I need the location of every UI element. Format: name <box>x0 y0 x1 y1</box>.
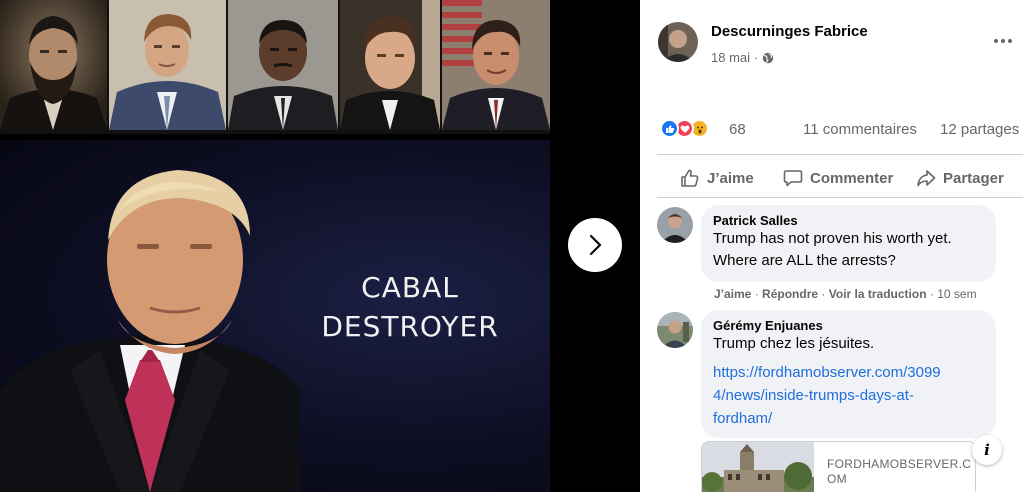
separator: · <box>821 287 826 301</box>
portrait-strip <box>0 0 550 134</box>
cabal-destroyer-panel: CABAL DESTROYER <box>0 140 550 492</box>
post-meta: 18 mai · <box>711 50 774 65</box>
like-button[interactable]: J’aime <box>680 164 754 192</box>
comment-reply-link[interactable]: Répondre <box>762 287 818 301</box>
link-preview-thumbnail <box>702 442 814 492</box>
info-button[interactable]: i <box>972 435 1002 465</box>
comment-link[interactable]: 4/news/inside-trumps-days-at- <box>713 384 984 407</box>
commenter-avatar[interactable] <box>657 207 693 243</box>
comment-label: Commenter <box>810 169 894 187</box>
portrait-1 <box>0 0 107 130</box>
post-photo: CABAL DESTROYER <box>0 0 550 492</box>
comment-like-link[interactable]: J’aime <box>714 287 751 301</box>
comment-bubble: Patrick Salles Trump has not proven his … <box>701 205 996 282</box>
share-button[interactable]: Partager <box>916 164 1004 192</box>
comment-icon <box>783 170 803 187</box>
commenter-name[interactable]: Patrick Salles <box>713 213 984 228</box>
image-caption-line-2: DESTROYER <box>321 310 499 343</box>
ellipsis-icon <box>994 39 1012 43</box>
author-avatar[interactable] <box>658 22 698 62</box>
commenter-name[interactable]: Gérémy Enjuanes <box>713 318 984 333</box>
post-date[interactable]: 18 mai <box>711 50 750 65</box>
shares-count[interactable]: 12 partages <box>940 121 1019 138</box>
comment-text-line: Trump has not proven his worth yet. <box>713 230 952 247</box>
info-icon: i <box>984 441 990 459</box>
comment-actions: J’aime · Répondre · Voir la traduction ·… <box>714 287 977 301</box>
comments-count[interactable]: 11 commentaires <box>803 121 917 138</box>
divider <box>657 197 1023 198</box>
comment-button[interactable]: Commenter <box>783 164 893 192</box>
comment-link[interactable]: https://fordhamobserver.com/3099 <box>713 361 984 384</box>
divider <box>657 154 1023 155</box>
more-options-button[interactable] <box>992 30 1014 52</box>
photo-viewer: CABAL DESTROYER <box>0 0 640 492</box>
separator: · <box>929 287 934 301</box>
chevron-right-icon <box>589 234 602 256</box>
facebook-photo-viewer: CABAL DESTROYER Descurninges Fabrice 18 … <box>0 0 1023 492</box>
thumbs-up-icon <box>681 169 699 187</box>
comment-timestamp[interactable]: 10 sem <box>937 287 976 301</box>
image-caption-line-1: CABAL <box>361 271 459 304</box>
portrait-4 <box>340 0 440 130</box>
share-label: Partager <box>943 169 1004 187</box>
link-preview-domain-line: FORDHAMOBSERVER.C <box>827 457 972 471</box>
link-preview-domain: FORDHAMOBSERVER.C OM <box>827 457 975 487</box>
author-name[interactable]: Descurninges Fabrice <box>711 23 868 40</box>
separator: · <box>754 287 759 301</box>
comment-text-line: Where are ALL the arrests? <box>713 252 896 269</box>
comment-bubble: Gérémy Enjuanes Trump chez les jésuites.… <box>701 310 996 438</box>
link-preview-domain-line: OM <box>827 472 847 486</box>
portrait-2 <box>109 0 226 130</box>
post-side-panel: Descurninges Fabrice 18 mai · 68 11 comm… <box>640 0 1023 492</box>
like-label: J’aime <box>707 169 754 187</box>
reaction-count[interactable]: 68 <box>729 121 746 138</box>
link-preview-card[interactable]: FORDHAMOBSERVER.C OM <box>701 441 976 492</box>
see-translation-link[interactable]: Voir la traduction <box>829 287 927 301</box>
meta-separator: · <box>754 50 759 65</box>
portrait-5 <box>442 0 550 130</box>
next-photo-button[interactable] <box>568 218 622 272</box>
commenter-avatar[interactable] <box>657 312 693 348</box>
like-icon <box>660 119 679 138</box>
share-icon <box>917 170 936 187</box>
comment-link[interactable]: fordham/ <box>713 407 984 430</box>
globe-icon <box>763 52 774 63</box>
comment-text: Trump chez les jésuites. <box>713 335 875 352</box>
portrait-3 <box>228 0 338 130</box>
reaction-icons[interactable] <box>660 119 709 138</box>
